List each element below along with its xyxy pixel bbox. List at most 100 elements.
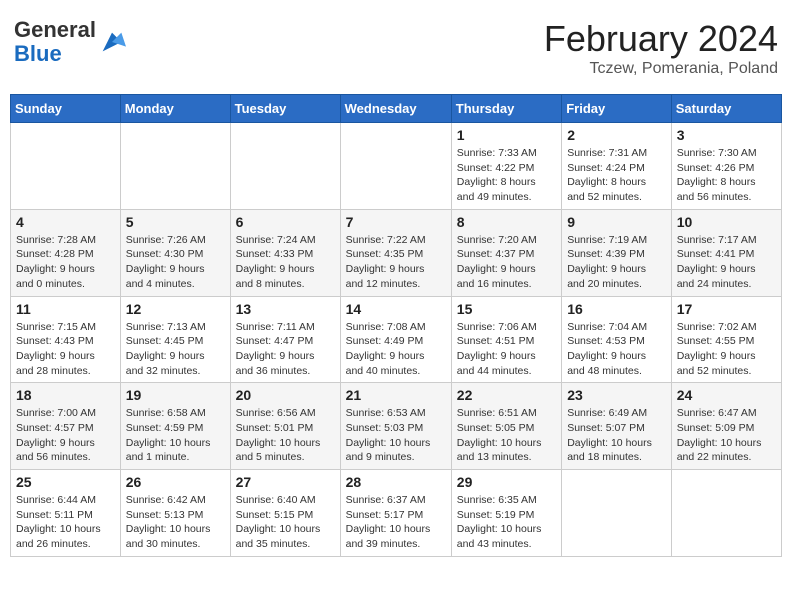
calendar-day-cell: 6 Sunrise: 7:24 AMSunset: 4:33 PMDaylight… bbox=[230, 209, 340, 296]
day-number: 11 bbox=[16, 301, 115, 317]
day-number: 17 bbox=[677, 301, 776, 317]
day-info: Sunrise: 7:22 AMSunset: 4:35 PMDaylight:… bbox=[346, 233, 446, 292]
day-of-week-header: Saturday bbox=[671, 95, 781, 123]
day-number: 9 bbox=[567, 214, 666, 230]
calendar-day-cell bbox=[230, 123, 340, 210]
day-info: Sunrise: 6:47 AMSunset: 5:09 PMDaylight:… bbox=[677, 406, 776, 465]
day-of-week-header: Tuesday bbox=[230, 95, 340, 123]
calendar-week-row: 11 Sunrise: 7:15 AMSunset: 4:43 PMDayligh… bbox=[11, 296, 782, 383]
day-number: 20 bbox=[236, 387, 335, 403]
calendar-day-cell: 28 Sunrise: 6:37 AMSunset: 5:17 PMDayligh… bbox=[340, 470, 451, 557]
logo: General Blue bbox=[14, 18, 126, 66]
day-info: Sunrise: 7:30 AMSunset: 4:26 PMDaylight:… bbox=[677, 146, 776, 205]
logo-blue: Blue bbox=[14, 42, 96, 66]
calendar-week-row: 1 Sunrise: 7:33 AMSunset: 4:22 PMDaylight… bbox=[11, 123, 782, 210]
day-number: 26 bbox=[126, 474, 225, 490]
logo-general: General bbox=[14, 18, 96, 42]
day-number: 10 bbox=[677, 214, 776, 230]
title-section: February 2024 Tczew, Pomerania, Poland bbox=[544, 18, 778, 78]
day-number: 14 bbox=[346, 301, 446, 317]
day-number: 4 bbox=[16, 214, 115, 230]
day-number: 1 bbox=[457, 127, 556, 143]
location-text: Tczew, Pomerania, Poland bbox=[544, 60, 778, 78]
calendar-day-cell: 8 Sunrise: 7:20 AMSunset: 4:37 PMDaylight… bbox=[451, 209, 561, 296]
day-number: 8 bbox=[457, 214, 556, 230]
calendar-day-cell: 5 Sunrise: 7:26 AMSunset: 4:30 PMDaylight… bbox=[120, 209, 230, 296]
logo-icon bbox=[98, 28, 126, 56]
day-info: Sunrise: 7:31 AMSunset: 4:24 PMDaylight:… bbox=[567, 146, 666, 205]
day-number: 15 bbox=[457, 301, 556, 317]
day-number: 27 bbox=[236, 474, 335, 490]
day-info: Sunrise: 6:58 AMSunset: 4:59 PMDaylight:… bbox=[126, 406, 225, 465]
calendar-day-cell: 23 Sunrise: 6:49 AMSunset: 5:07 PMDayligh… bbox=[562, 383, 672, 470]
day-info: Sunrise: 6:37 AMSunset: 5:17 PMDaylight:… bbox=[346, 493, 446, 552]
day-number: 6 bbox=[236, 214, 335, 230]
calendar-day-cell: 20Sunrise: 6:56 AMSunset: 5:01 PMDayligh… bbox=[230, 383, 340, 470]
calendar-day-cell: 4 Sunrise: 7:28 AMSunset: 4:28 PMDaylight… bbox=[11, 209, 121, 296]
day-number: 2 bbox=[567, 127, 666, 143]
calendar-day-cell: 16 Sunrise: 7:04 AMSunset: 4:53 PMDayligh… bbox=[562, 296, 672, 383]
day-of-week-header: Monday bbox=[120, 95, 230, 123]
day-info: Sunrise: 7:15 AMSunset: 4:43 PMDaylight:… bbox=[16, 320, 115, 379]
calendar-day-cell bbox=[562, 470, 672, 557]
day-of-week-header: Wednesday bbox=[340, 95, 451, 123]
day-info: Sunrise: 7:04 AMSunset: 4:53 PMDaylight:… bbox=[567, 320, 666, 379]
day-info: Sunrise: 6:49 AMSunset: 5:07 PMDaylight:… bbox=[567, 406, 666, 465]
day-info: Sunrise: 7:19 AMSunset: 4:39 PMDaylight:… bbox=[567, 233, 666, 292]
day-info: Sunrise: 7:20 AMSunset: 4:37 PMDaylight:… bbox=[457, 233, 556, 292]
calendar-week-row: 18 Sunrise: 7:00 AMSunset: 4:57 PMDayligh… bbox=[11, 383, 782, 470]
day-of-week-header: Sunday bbox=[11, 95, 121, 123]
calendar-day-cell: 1 Sunrise: 7:33 AMSunset: 4:22 PMDaylight… bbox=[451, 123, 561, 210]
day-number: 16 bbox=[567, 301, 666, 317]
day-of-week-header: Friday bbox=[562, 95, 672, 123]
day-number: 28 bbox=[346, 474, 446, 490]
calendar-day-cell: 22 Sunrise: 6:51 AMSunset: 5:05 PMDayligh… bbox=[451, 383, 561, 470]
day-info: Sunrise: 6:42 AMSunset: 5:13 PMDaylight:… bbox=[126, 493, 225, 552]
calendar-header-row: SundayMondayTuesdayWednesdayThursdayFrid… bbox=[11, 95, 782, 123]
day-number: 23 bbox=[567, 387, 666, 403]
day-number: 22 bbox=[457, 387, 556, 403]
calendar-day-cell: 9 Sunrise: 7:19 AMSunset: 4:39 PMDaylight… bbox=[562, 209, 672, 296]
day-number: 18 bbox=[16, 387, 115, 403]
day-number: 21 bbox=[346, 387, 446, 403]
day-info: Sunrise: 7:26 AMSunset: 4:30 PMDaylight:… bbox=[126, 233, 225, 292]
page-header: General Blue February 2024 Tczew, Pomera… bbox=[10, 10, 782, 86]
calendar-day-cell: 18 Sunrise: 7:00 AMSunset: 4:57 PMDayligh… bbox=[11, 383, 121, 470]
day-number: 3 bbox=[677, 127, 776, 143]
calendar-day-cell: 12 Sunrise: 7:13 AMSunset: 4:45 PMDayligh… bbox=[120, 296, 230, 383]
day-info: Sunrise: 7:02 AMSunset: 4:55 PMDaylight:… bbox=[677, 320, 776, 379]
day-info: Sunrise: 7:11 AMSunset: 4:47 PMDaylight:… bbox=[236, 320, 335, 379]
day-info: Sunrise: 7:06 AMSunset: 4:51 PMDaylight:… bbox=[457, 320, 556, 379]
calendar-day-cell: 29 Sunrise: 6:35 AMSunset: 5:19 PMDayligh… bbox=[451, 470, 561, 557]
day-info: Sunrise: 7:28 AMSunset: 4:28 PMDaylight:… bbox=[16, 233, 115, 292]
day-info: Sunrise: 7:00 AMSunset: 4:57 PMDaylight:… bbox=[16, 406, 115, 465]
calendar-day-cell: 11 Sunrise: 7:15 AMSunset: 4:43 PMDayligh… bbox=[11, 296, 121, 383]
day-info: Sunrise: 7:08 AMSunset: 4:49 PMDaylight:… bbox=[346, 320, 446, 379]
day-number: 13 bbox=[236, 301, 335, 317]
day-number: 5 bbox=[126, 214, 225, 230]
day-info: Sunrise: 7:24 AMSunset: 4:33 PMDaylight:… bbox=[236, 233, 335, 292]
day-of-week-header: Thursday bbox=[451, 95, 561, 123]
calendar-day-cell: 24Sunrise: 6:47 AMSunset: 5:09 PMDayligh… bbox=[671, 383, 781, 470]
day-info: Sunrise: 7:13 AMSunset: 4:45 PMDaylight:… bbox=[126, 320, 225, 379]
day-number: 29 bbox=[457, 474, 556, 490]
day-number: 12 bbox=[126, 301, 225, 317]
day-info: Sunrise: 6:53 AMSunset: 5:03 PMDaylight:… bbox=[346, 406, 446, 465]
day-info: Sunrise: 7:33 AMSunset: 4:22 PMDaylight:… bbox=[457, 146, 556, 205]
calendar-table: SundayMondayTuesdayWednesdayThursdayFrid… bbox=[10, 94, 782, 557]
day-info: Sunrise: 7:17 AMSunset: 4:41 PMDaylight:… bbox=[677, 233, 776, 292]
day-info: Sunrise: 6:40 AMSunset: 5:15 PMDaylight:… bbox=[236, 493, 335, 552]
calendar-day-cell: 17 Sunrise: 7:02 AMSunset: 4:55 PMDayligh… bbox=[671, 296, 781, 383]
calendar-day-cell bbox=[340, 123, 451, 210]
day-number: 7 bbox=[346, 214, 446, 230]
calendar-day-cell bbox=[11, 123, 121, 210]
calendar-day-cell: 10 Sunrise: 7:17 AMSunset: 4:41 PMDayligh… bbox=[671, 209, 781, 296]
calendar-day-cell: 7 Sunrise: 7:22 AMSunset: 4:35 PMDaylight… bbox=[340, 209, 451, 296]
calendar-day-cell: 14 Sunrise: 7:08 AMSunset: 4:49 PMDayligh… bbox=[340, 296, 451, 383]
month-year-title: February 2024 bbox=[544, 18, 778, 60]
calendar-day-cell: 13 Sunrise: 7:11 AMSunset: 4:47 PMDayligh… bbox=[230, 296, 340, 383]
calendar-day-cell: 27 Sunrise: 6:40 AMSunset: 5:15 PMDayligh… bbox=[230, 470, 340, 557]
day-info: Sunrise: 6:35 AMSunset: 5:19 PMDaylight:… bbox=[457, 493, 556, 552]
calendar-day-cell: 15 Sunrise: 7:06 AMSunset: 4:51 PMDayligh… bbox=[451, 296, 561, 383]
day-info: Sunrise: 6:51 AMSunset: 5:05 PMDaylight:… bbox=[457, 406, 556, 465]
